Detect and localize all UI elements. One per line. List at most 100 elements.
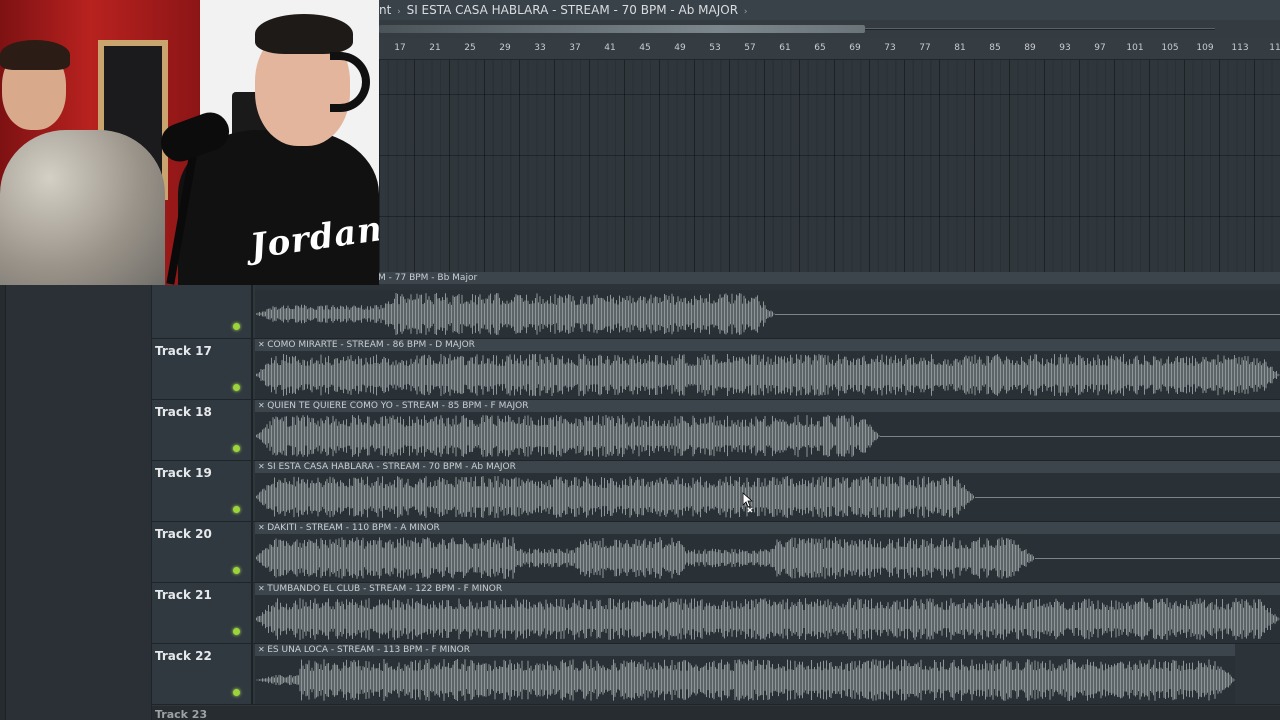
ruler-bar-label: 109 <box>1196 43 1214 53</box>
track-enable-led-icon[interactable] <box>233 628 240 635</box>
ruler-bar-label: 11 <box>1269 43 1280 53</box>
track-header[interactable]: Track 18 <box>152 400 253 460</box>
audio-clip-title: TUMBANDO EL CLUB - STREAM - 122 BPM - F … <box>267 584 503 594</box>
track-lane[interactable]: ✕ EL DOCTORADO - STREAM - 77 BPM - Bb Ma… <box>255 272 1280 338</box>
playlist-title-bar: nt › SI ESTA CASA HABLARA - STREAM - 70 … <box>379 0 1280 20</box>
track-header[interactable]: Track 19 <box>152 461 253 521</box>
clip-menu-icon[interactable]: ✕ <box>258 645 267 654</box>
silence-line <box>975 497 1280 498</box>
person-left-body <box>0 130 165 285</box>
audio-clip-title: ES UNA LOCA - STREAM - 113 BPM - F MINOR <box>267 645 470 655</box>
horizontal-scrollbar[interactable] <box>379 20 1280 38</box>
track-name[interactable]: Track 18 <box>155 405 212 419</box>
title-prefix: nt <box>379 3 392 17</box>
track-name[interactable]: Track 22 <box>155 649 212 663</box>
audio-clip-waveform[interactable] <box>255 656 1235 704</box>
pattern-arrow-icon[interactable]: › <box>744 7 748 17</box>
ruler-bar-label: 21 <box>429 43 441 53</box>
track-row: Track 19 ✕ SI ESTA CASA HABLARA - STREAM … <box>152 461 1280 522</box>
track-lane[interactable]: ✕ SI ESTA CASA HABLARA - STREAM - 70 BPM… <box>255 461 1280 521</box>
silence-line <box>1035 558 1280 559</box>
ruler-bar-label: 97 <box>1094 43 1106 53</box>
clip-menu-icon[interactable]: ✕ <box>258 584 267 593</box>
ruler-bar-label: 53 <box>709 43 721 53</box>
ruler-bar-label: 73 <box>884 43 896 53</box>
ruler-bar-label: 77 <box>919 43 931 53</box>
person-right-hair <box>255 14 353 54</box>
scrollbar-thumb[interactable] <box>379 25 865 33</box>
ruler-bar-label: 25 <box>464 43 476 53</box>
breadcrumb-separator-icon: › <box>397 7 401 17</box>
ruler-bar-label: 93 <box>1059 43 1071 53</box>
ruler-bar-label: 89 <box>1024 43 1036 53</box>
track-name[interactable]: Track 17 <box>155 344 212 358</box>
ruler-bar-label: 61 <box>779 43 791 53</box>
audio-clip-waveform[interactable] <box>255 595 1280 643</box>
ruler-bar-label: 65 <box>814 43 826 53</box>
ruler-bar-label: 85 <box>989 43 1001 53</box>
pane-divider <box>0 278 6 720</box>
track-name[interactable]: Track 20 <box>155 527 212 541</box>
timeline-ruler[interactable]: 17 21 25 29 33 37 41 45 49 53 57 61 65 69 73 77 81 85 89 93… <box>379 38 1280 60</box>
track-lane[interactable]: ✕ ES UNA LOCA - STREAM - 113 BPM - F MIN… <box>255 644 1280 704</box>
track-row: Track 20 ✕ DAKITI - STREAM - 110 BPM - A … <box>152 522 1280 583</box>
mouse-cursor-icon <box>742 492 754 513</box>
track-header[interactable]: Track 16 <box>152 274 253 338</box>
daw-window: Jordan nt › SI ESTA CASA HABLARA - STREA… <box>0 0 1280 720</box>
track-enable-led-icon[interactable] <box>233 689 240 696</box>
audio-clip-header[interactable]: ✕ QUIEN TE QUIERE COMO YO - STREAM - 85 … <box>255 400 1280 412</box>
audio-clip-waveform[interactable] <box>255 351 1280 399</box>
audio-clip-header[interactable]: ✕ DAKITI - STREAM - 110 BPM - A MINOR <box>255 522 1280 534</box>
audio-clip-header[interactable]: ✕ TUMBANDO EL CLUB - STREAM - 122 BPM - … <box>255 583 1280 595</box>
audio-clip-title: QUIEN TE QUIERE COMO YO - STREAM - 85 BP… <box>267 401 529 411</box>
track-row: Track 17 ✕ COMO MIRARTE - STREAM - 86 BPM… <box>152 339 1280 400</box>
clip-menu-icon[interactable]: ✕ <box>258 523 267 532</box>
ruler-bar-label: 41 <box>604 43 616 53</box>
clip-menu-icon[interactable]: ✕ <box>258 340 267 349</box>
track-enable-led-icon[interactable] <box>233 506 240 513</box>
playlist-grid-empty[interactable] <box>379 60 1280 278</box>
left-browser-pane <box>0 278 152 720</box>
track-lane[interactable]: ✕ QUIEN TE QUIERE COMO YO - STREAM - 85 … <box>255 400 1280 460</box>
webcam-overlay: Jordan <box>0 0 379 285</box>
track-header[interactable]: Track 17 <box>152 339 253 399</box>
audio-clip-header[interactable]: ✕ COMO MIRARTE - STREAM - 86 BPM - D MAJ… <box>255 339 1280 351</box>
track-row: Track 23 <box>152 706 1280 720</box>
pattern-name[interactable]: SI ESTA CASA HABLARA - STREAM - 70 BPM -… <box>407 3 738 17</box>
track-lane[interactable]: ✕ COMO MIRARTE - STREAM - 86 BPM - D MAJ… <box>255 339 1280 399</box>
track-row: Track 21 ✕ TUMBANDO EL CLUB - STREAM - 12… <box>152 583 1280 644</box>
ruler-bar-label: 81 <box>954 43 966 53</box>
track-header[interactable]: Track 22 <box>152 644 253 704</box>
scrollbar-track <box>865 28 1215 30</box>
track-enable-led-icon[interactable] <box>233 445 240 452</box>
track-name[interactable]: Track 19 <box>155 466 212 480</box>
track-name[interactable]: Track 23 <box>155 708 207 720</box>
track-enable-led-icon[interactable] <box>233 384 240 391</box>
ruler-bar-label: 101 <box>1126 43 1144 53</box>
audio-clip-header[interactable]: ✕ ES UNA LOCA - STREAM - 113 BPM - F MIN… <box>255 644 1235 656</box>
person-left-hair <box>0 40 70 70</box>
ruler-bar-label: 45 <box>639 43 651 53</box>
ruler-bar-label: 57 <box>744 43 756 53</box>
track-lane[interactable]: ✕ TUMBANDO EL CLUB - STREAM - 122 BPM - … <box>255 583 1280 643</box>
audio-clip-header[interactable]: ✕ EL DOCTORADO - STREAM - 77 BPM - Bb Ma… <box>255 272 1280 284</box>
clip-menu-icon[interactable]: ✕ <box>258 401 267 410</box>
clip-menu-icon[interactable]: ✕ <box>258 462 267 471</box>
track-enable-led-icon[interactable] <box>233 567 240 574</box>
ruler-bar-label: 29 <box>499 43 511 53</box>
audio-clip-title: COMO MIRARTE - STREAM - 86 BPM - D MAJOR <box>267 340 475 350</box>
audio-clip-title: SI ESTA CASA HABLARA - STREAM - 70 BPM -… <box>267 462 516 472</box>
track-lane[interactable]: ✕ DAKITI - STREAM - 110 BPM - A MINOR <box>255 522 1280 582</box>
silence-line <box>880 436 1280 437</box>
track-row: Track 16✕ EL DOCTORADO - STREAM - 77 BPM… <box>152 272 1280 339</box>
ruler-bar-label: 17 <box>394 43 406 53</box>
audio-clip-header[interactable]: ✕ SI ESTA CASA HABLARA - STREAM - 70 BPM… <box>255 461 1280 473</box>
ruler-bar-label: 105 <box>1161 43 1179 53</box>
silence-line <box>775 314 1280 315</box>
track-name[interactable]: Track 21 <box>155 588 212 602</box>
ruler-bar-label: 113 <box>1231 43 1249 53</box>
ruler-bar-label: 37 <box>569 43 581 53</box>
track-header[interactable]: Track 20 <box>152 522 253 582</box>
track-header[interactable]: Track 21 <box>152 583 253 643</box>
track-enable-led-icon[interactable] <box>233 323 240 330</box>
